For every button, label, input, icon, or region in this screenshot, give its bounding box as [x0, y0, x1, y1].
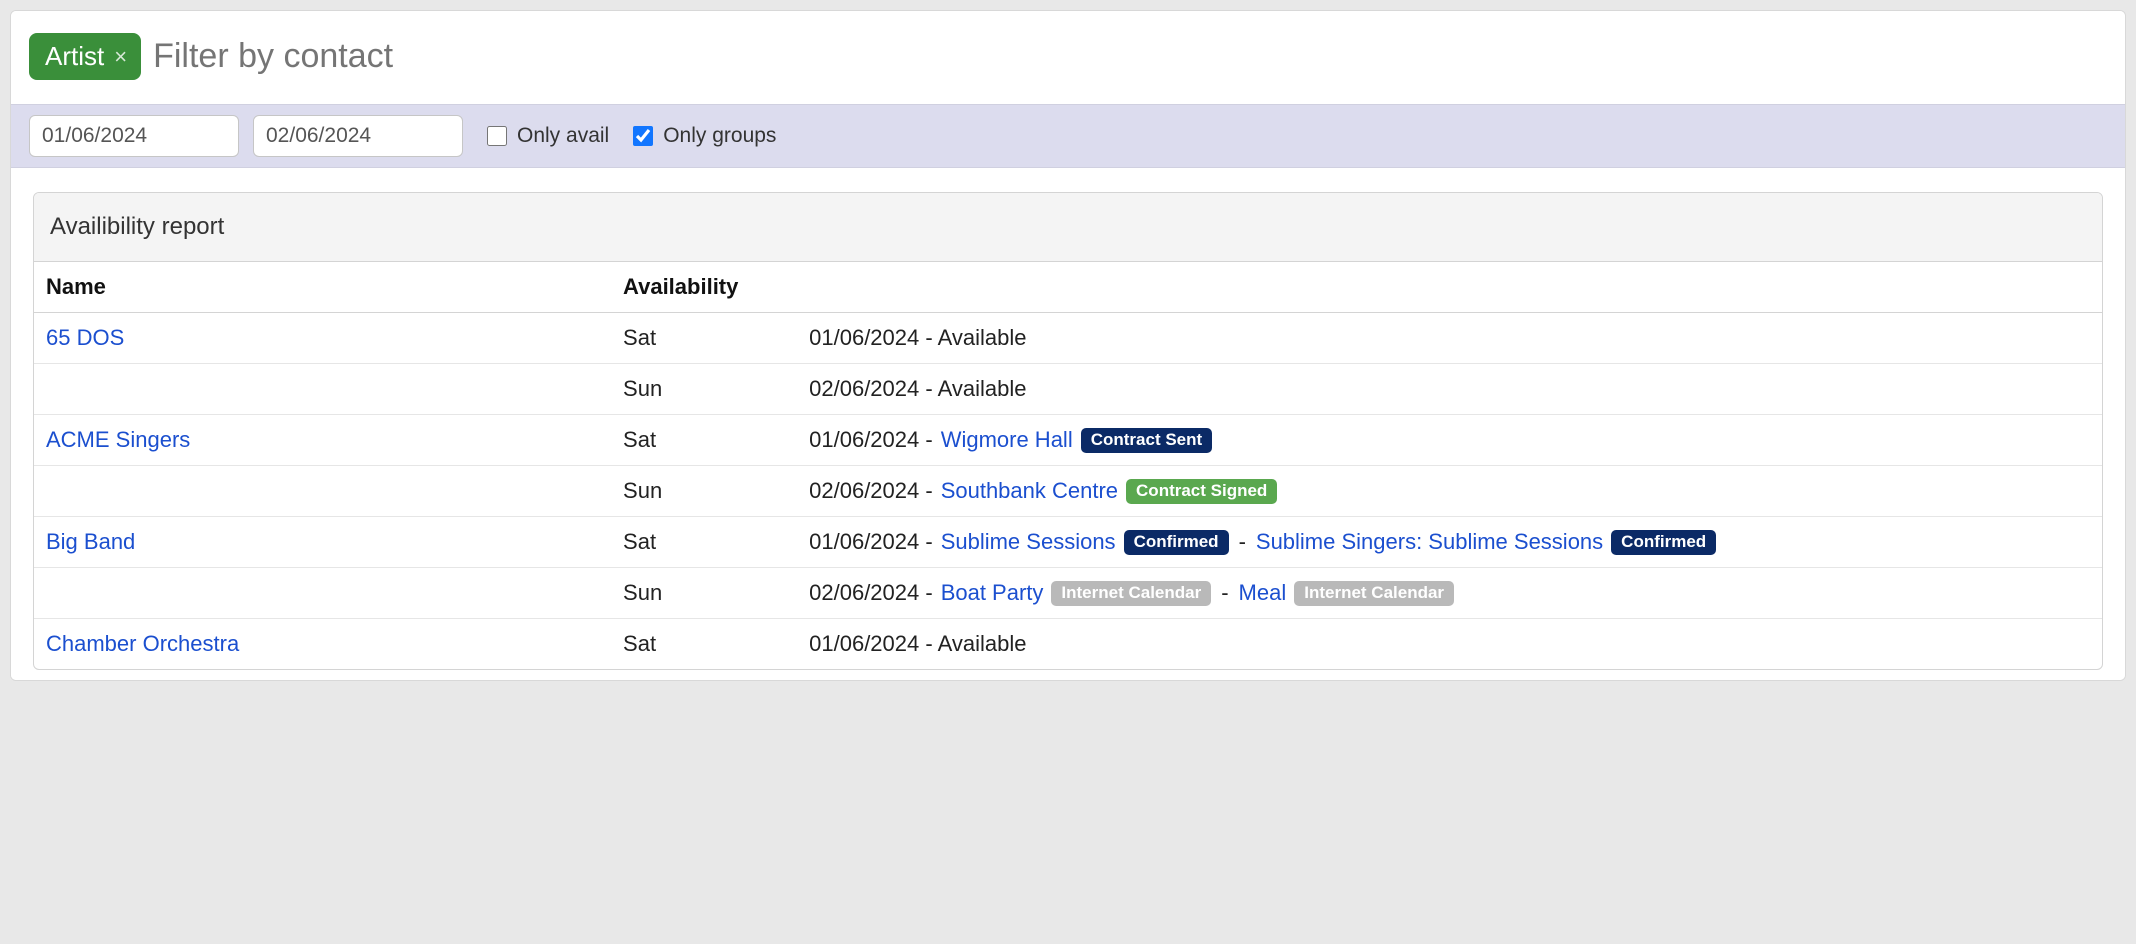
cell-day: Sun [613, 466, 799, 517]
cell-availability: 02/06/2024 - Southbank Centre Contract Si… [799, 466, 2102, 517]
report-wrapper: Availibility report Name Availability 65… [11, 168, 2125, 680]
filter-contact-input[interactable] [153, 37, 2107, 76]
status-badge: Internet Calendar [1051, 581, 1211, 606]
table-row: ACME SingersSat01/06/2024 - Wigmore Hall… [34, 415, 2102, 466]
date-from-input[interactable] [29, 115, 239, 157]
cell-day: Sun [613, 568, 799, 619]
cell-availability: 01/06/2024 - Sublime Sessions Confirmed -… [799, 517, 2102, 568]
availability-date: 02/06/2024 - [809, 580, 933, 606]
report-title: Availibility report [34, 193, 2102, 262]
cell-name [34, 466, 613, 517]
only-avail-option[interactable]: Only avail [487, 124, 609, 148]
availability-date: 02/06/2024 - Available [809, 376, 1026, 402]
status-badge: Contract Sent [1081, 428, 1212, 453]
availability-date: 02/06/2024 - [809, 478, 933, 504]
availability-date: 01/06/2024 - Available [809, 631, 1026, 657]
column-header-name: Name [34, 262, 613, 313]
cell-day: Sat [613, 415, 799, 466]
cell-name [34, 364, 613, 415]
event-link[interactable]: Sublime Sessions [941, 529, 1116, 555]
close-icon[interactable]: × [114, 46, 127, 68]
cell-day: Sun [613, 364, 799, 415]
only-groups-option[interactable]: Only groups [633, 124, 776, 148]
cell-availability: 02/06/2024 - Available [799, 364, 2102, 415]
status-badge: Contract Signed [1126, 479, 1277, 504]
main-panel: Artist × Only avail Only groups Availibi… [10, 10, 2126, 681]
table-row: Sun 02/06/2024 - Southbank Centre Contract… [34, 466, 2102, 517]
separator: - [1237, 529, 1248, 555]
cell-availability: 01/06/2024 - Available [799, 619, 2102, 670]
status-badge: Internet Calendar [1294, 581, 1454, 606]
table-row: 65 DOS Sat 01/06/2024 - Available [34, 313, 2102, 364]
artist-link[interactable]: Big Band [46, 529, 135, 554]
availability-date: 01/06/2024 - Available [809, 325, 1026, 351]
availability-date: 01/06/2024 - [809, 529, 933, 555]
cell-name: ACME Singers [34, 415, 613, 466]
table-row: Chamber Orchestra Sat 01/06/2024 - Availab… [34, 619, 2102, 670]
artist-link[interactable]: Chamber Orchestra [46, 631, 239, 656]
only-avail-label: Only avail [517, 124, 609, 148]
artist-link[interactable]: ACME Singers [46, 427, 190, 452]
date-to-input[interactable] [253, 115, 463, 157]
cell-day: Sat [613, 619, 799, 670]
availability-date: 01/06/2024 - [809, 427, 933, 453]
only-groups-checkbox[interactable] [633, 126, 653, 146]
table-row: Big BandSat01/06/2024 - Sublime Sessions… [34, 517, 2102, 568]
table-row: Sun 02/06/2024 - Boat Party Internet Calen… [34, 568, 2102, 619]
cell-availability: 01/06/2024 - Wigmore Hall Contract Sent [799, 415, 2102, 466]
column-header-availability: Availability [613, 262, 2102, 313]
cell-availability: 02/06/2024 - Boat Party Internet Calendar… [799, 568, 2102, 619]
status-badge: Confirmed [1124, 530, 1229, 555]
table-row: Sun 02/06/2024 - Available [34, 364, 2102, 415]
availability-table: Name Availability 65 DOSSat01/06/2024 - … [34, 262, 2102, 669]
artist-link[interactable]: 65 DOS [46, 325, 124, 350]
cell-day: Sat [613, 313, 799, 364]
availability-report: Availibility report Name Availability 65… [33, 192, 2103, 670]
cell-name: 65 DOS [34, 313, 613, 364]
only-groups-label: Only groups [663, 124, 776, 148]
status-badge: Confirmed [1611, 530, 1716, 555]
date-filter-bar: Only avail Only groups [11, 104, 2125, 168]
cell-day: Sat [613, 517, 799, 568]
cell-name [34, 568, 613, 619]
filter-tag-artist[interactable]: Artist × [29, 33, 141, 80]
event-link[interactable]: Boat Party [941, 580, 1044, 606]
event-link[interactable]: Meal [1239, 580, 1287, 606]
filter-bar: Artist × [11, 11, 2125, 104]
filter-tag-label: Artist [45, 41, 104, 72]
cell-name: Big Band [34, 517, 613, 568]
separator: - [1219, 580, 1230, 606]
only-avail-checkbox[interactable] [487, 126, 507, 146]
event-link[interactable]: Wigmore Hall [941, 427, 1073, 453]
event-link[interactable]: Southbank Centre [941, 478, 1118, 504]
cell-availability: 01/06/2024 - Available [799, 313, 2102, 364]
cell-name: Chamber Orchestra [34, 619, 613, 670]
event-link[interactable]: Sublime Singers: Sublime Sessions [1256, 529, 1603, 555]
